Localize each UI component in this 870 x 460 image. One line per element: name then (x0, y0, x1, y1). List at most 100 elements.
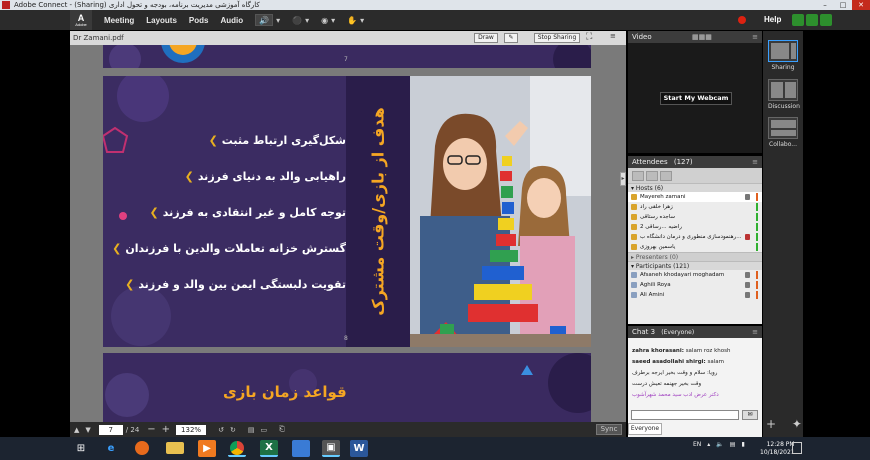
layout-collaboration[interactable]: Collabo... (768, 117, 798, 148)
menu-layouts[interactable]: Layouts (146, 16, 177, 25)
rotate-right-icon[interactable]: ↻ (230, 426, 236, 434)
adobe-connect-icon[interactable]: ▣ (322, 440, 340, 457)
attendees-pod: Attendees (127) ≡ ▾ Hosts (6) Mayereh za… (628, 156, 762, 324)
close-icon[interactable]: ✕ (852, 0, 870, 10)
chat-input[interactable] (631, 410, 739, 420)
attendee-row[interactable]: Ali Amini (628, 290, 762, 300)
pointer-button[interactable]: ✎ (504, 33, 518, 43)
list-view-icon[interactable] (632, 170, 644, 181)
grid-view-icon[interactable]: ▦▦▦ (692, 31, 712, 43)
chat-send-icon[interactable]: ✉ (742, 410, 758, 420)
sort-icon[interactable] (660, 170, 672, 181)
attendee-row[interactable]: زهرا خلقی راد (628, 202, 762, 212)
status-indicator (756, 233, 758, 241)
layouts-bar: Sharing Discussion Collabo... + ✦ (763, 31, 803, 437)
attendee-row[interactable]: یاسمین بهروزی (628, 242, 762, 252)
host-icon (631, 214, 637, 220)
start-icon[interactable]: ⊞ (72, 440, 90, 457)
zoom-level-select[interactable]: 132% (176, 424, 207, 435)
edge-icon[interactable]: e (102, 440, 120, 457)
attendee-row[interactable]: رهنمودسازی منطوری و درمان دانشگاه ب... (628, 232, 762, 242)
recording-indicator-icon[interactable] (738, 16, 746, 24)
fit-page-icon[interactable]: ▤ (248, 426, 255, 434)
menu-meeting[interactable]: Meeting (104, 16, 134, 25)
slide-8: شکل‌گیری ارتباط مثبت ❯ راهیابی والد به دن… (103, 76, 591, 347)
menu-help[interactable]: Help (764, 15, 781, 24)
attendees-pod-header: Attendees (127) ≡ (628, 156, 762, 168)
status-indicator (756, 193, 758, 201)
media-player-icon[interactable]: ▶ (198, 440, 216, 457)
speaker-control[interactable]: 🔊 ▾ (255, 14, 280, 26)
pod-menu-icon[interactable]: ≡ (610, 32, 616, 40)
battery-icon[interactable]: ▮ (741, 441, 744, 448)
pod-menu-icon[interactable]: ≡ (752, 326, 758, 338)
webcam-control[interactable]: ◉ ▾ (321, 16, 335, 25)
network-icon[interactable]: ▤ (730, 441, 736, 448)
download-icon[interactable]: ⎗ (279, 425, 285, 434)
sync-button[interactable]: Sync (596, 424, 622, 435)
bullet-item: گسترش خزانه تعاملات والدین با فرزندان ❯ (112, 242, 346, 255)
volume-icon[interactable]: 🔈 (716, 441, 723, 448)
notifications-icon[interactable] (792, 442, 802, 454)
tray-chevron-icon[interactable]: ▴ (707, 441, 710, 448)
attendee-row[interactable]: راضیه ...رساقی 2 (628, 222, 762, 232)
fit-width-icon[interactable]: ▭ (260, 426, 267, 434)
rotate-left-icon[interactable]: ↺ (218, 426, 224, 434)
zoom-out-icon[interactable]: − (147, 424, 155, 435)
chevron-icon: ❯ (184, 170, 194, 183)
presenters-group[interactable]: ▸ Presenters (0) (628, 252, 762, 261)
zoom-in-icon[interactable]: + (162, 424, 170, 435)
layout-sharing[interactable]: Sharing (768, 40, 798, 71)
status-control[interactable]: ✋ ▾ (347, 16, 364, 25)
hosts-group[interactable]: ▾ Hosts (6) (628, 183, 762, 192)
photos-icon[interactable] (292, 440, 310, 457)
stop-sharing-button[interactable]: Stop Sharing (534, 33, 580, 43)
participant-icon (631, 282, 637, 288)
menu-audio[interactable]: Audio (220, 16, 243, 25)
file-explorer-icon[interactable] (166, 442, 184, 454)
menu-bar: A Adobe Meeting Layouts Pods Audio 🔊 ▾ ⚫ ▾… (0, 10, 870, 30)
clock[interactable]: 12:28 PM 10/18/2021 (760, 441, 795, 457)
attendee-row[interactable]: Mayereh zamani (628, 192, 762, 202)
excel-icon[interactable]: X (260, 440, 278, 457)
chat-tab-everyone[interactable]: Everyone (628, 423, 662, 435)
host-icon (631, 244, 637, 250)
next-page-icon[interactable]: ▼ (85, 426, 90, 434)
pod-menu-icon[interactable]: ≡ (752, 156, 758, 168)
maximize-icon[interactable]: □ (834, 0, 852, 10)
chevron-icon: ❯ (149, 206, 159, 219)
word-icon[interactable]: W (350, 440, 368, 457)
minimize-icon[interactable]: – (816, 0, 834, 10)
firefox-icon[interactable] (135, 441, 149, 455)
menu-pods[interactable]: Pods (189, 16, 209, 25)
start-webcam-button[interactable]: Start My Webcam (660, 92, 732, 105)
microphone-control[interactable]: ⚫ ▾ (292, 16, 309, 25)
chrome-icon[interactable] (228, 440, 246, 457)
layout-discussion[interactable]: Discussion (768, 79, 800, 110)
page-number-input[interactable]: 7 (98, 424, 123, 435)
draw-button[interactable]: Draw (474, 33, 498, 43)
participants-group[interactable]: ▾ Participants (121) (628, 261, 762, 270)
manage-layouts-icon[interactable]: ✦ (792, 417, 802, 431)
chat-scope: (Everyone) (661, 329, 695, 336)
title-bar: Adobe Connect - (Sharing) کارگاه آموزشی … (0, 0, 870, 10)
share-pod: Dr Zamani.pdf Draw ✎ Stop Sharing ⛶ ≡ 7 (70, 31, 626, 437)
status-indicator (756, 243, 758, 251)
document-view[interactable]: 7 شکل‌گیری ارتباط مثبت ❯ راهیابی والد به … (70, 45, 626, 422)
language-indicator[interactable]: EN (693, 441, 701, 448)
status-view-icon[interactable] (646, 170, 658, 181)
host-icon (631, 234, 637, 240)
prev-page-icon[interactable]: ▲ (74, 426, 79, 434)
video-pod-title: Video (632, 33, 652, 41)
side-panel-toggle[interactable]: ▸ (620, 172, 626, 186)
pod-menu-icon[interactable]: ≡ (752, 31, 758, 43)
attendee-row[interactable]: Afsaneh khodayari moghadam (628, 270, 762, 280)
minimize-icon[interactable] (792, 14, 804, 26)
restore-icon[interactable] (806, 14, 818, 26)
attendee-row[interactable]: Aghili Roya (628, 280, 762, 290)
close-icon[interactable] (820, 14, 832, 26)
new-layout-icon[interactable]: + (766, 417, 776, 431)
fullscreen-icon[interactable]: ⛶ (586, 32, 592, 42)
attendee-row[interactable]: ساجده رستاقی (628, 212, 762, 222)
status-indicator (756, 203, 758, 211)
